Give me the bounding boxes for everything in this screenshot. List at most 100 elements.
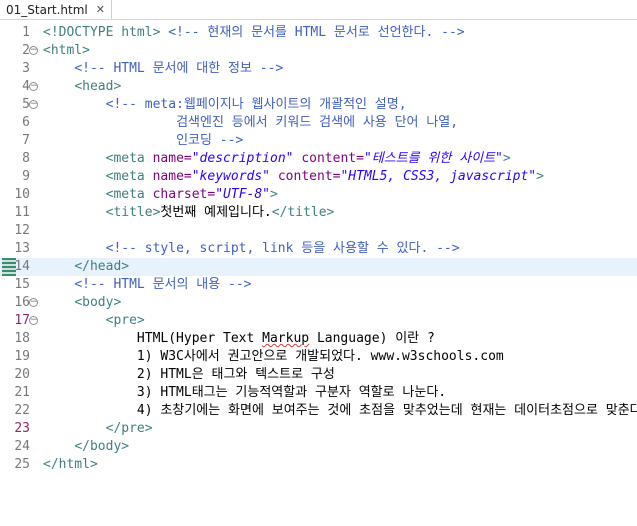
code-line[interactable]: 14 </head> <box>0 258 637 276</box>
code-line[interactable]: 4− <head> <box>0 78 637 96</box>
code-text: <!-- meta:웹페이지나 웹사이트의 개괄적인 설명, <box>43 96 407 114</box>
code-token: "UTF-8" <box>215 187 271 202</box>
tab-01-start-html[interactable]: 01_Start.html ✕ <box>0 0 112 19</box>
code-token: Language) 이란 ? <box>309 331 435 346</box>
code-token: <!-- HTML 문서에 대한 정보 --> <box>74 61 284 76</box>
code-line[interactable]: 22 4) 초창기에는 화면에 보여주는 것에 초점을 맞추었는데 현재는 데이… <box>0 402 637 420</box>
line-number: 23 <box>14 421 30 436</box>
line-number: 19 <box>14 349 30 364</box>
code-token: 첫번째 예제입니다. <box>160 205 272 220</box>
code-token: name= <box>152 169 192 184</box>
code-text: <!-- HTML 문서의 내용 --> <box>43 276 252 294</box>
code-token: <!-- meta:웹페이지나 웹사이트의 개괄적인 설명, <box>105 97 407 112</box>
code-text: 4) 초창기에는 화면에 보여주는 것에 초점을 맞추었는데 현재는 데이터초점… <box>43 402 637 420</box>
code-text: <head> <box>43 78 121 96</box>
code-line[interactable]: 18 HTML(Hyper Text Markup Language) 이란 ? <box>0 330 637 348</box>
line-number: 21 <box>14 385 30 400</box>
line-number: 4 <box>22 79 30 94</box>
code-text: <meta name="description" content="테스트를 위… <box>43 150 511 168</box>
code-token: 3) HTML태그는 기능적역할과 구분자 역할로 나눈다. <box>43 385 447 400</box>
code-token: <!-- HTML 문서의 내용 --> <box>74 277 252 292</box>
fold-toggle-icon[interactable]: − <box>29 82 38 91</box>
code-token: 4) 초창기에는 화면에 보여주는 것에 초점을 맞추었는데 현재는 데이터초점… <box>43 403 637 418</box>
code-line[interactable]: 17− <pre> <box>0 312 637 330</box>
code-token: </pre> <box>105 421 153 436</box>
code-token: charset= <box>152 187 216 202</box>
code-line[interactable]: 6 검색엔진 등에서 키워드 검색에 사용 단어 나열, <box>0 114 637 132</box>
code-text: <!-- HTML 문서에 대한 정보 --> <box>43 60 283 78</box>
code-token: "description" <box>191 151 294 166</box>
code-text: 3) HTML태그는 기능적역할과 구분자 역할로 나눈다. <box>43 384 446 402</box>
code-text: 2) HTML은 태그와 텍스트로 구성 <box>43 366 335 384</box>
line-number: 9 <box>22 169 30 184</box>
code-line[interactable]: 5− <!-- meta:웹페이지나 웹사이트의 개괄적인 설명, <box>0 96 637 114</box>
code-line[interactable]: 8 <meta name="description" content="테스트를… <box>0 150 637 168</box>
code-token: name= <box>152 151 192 166</box>
tab-title[interactable]: 01_Start.html <box>6 3 88 17</box>
code-line[interactable]: 21 3) HTML태그는 기능적역할과 구분자 역할로 나눈다. <box>0 384 637 402</box>
code-text: <title>첫번째 예제입니다.</title> <box>43 204 335 222</box>
code-token: <pre> <box>105 313 145 328</box>
code-editor[interactable]: 1 <!DOCTYPE html> <!-- 현재의 문서를 HTML 문서로 선… <box>0 24 637 526</box>
code-line[interactable]: 19 1) W3C사에서 권고안으로 개발되었다. www.w3schools.… <box>0 348 637 366</box>
code-text: <meta charset="UTF-8"> <box>43 186 278 204</box>
line-number: 7 <box>22 133 30 148</box>
code-line[interactable]: 24 </body> <box>0 438 637 456</box>
code-token: <!-- style, script, link 등을 사용할 수 있다. --… <box>105 241 460 256</box>
code-token: "HTML5, CSS3, javascript" <box>340 169 537 184</box>
code-token: HTML(Hyper Text <box>43 331 263 346</box>
line-number: 12 <box>14 223 30 238</box>
code-token: </head> <box>74 259 130 274</box>
code-line[interactable]: 23 </pre> <box>0 420 637 438</box>
code-line[interactable]: 7 인코딩 --> <box>0 132 637 150</box>
code-text: <pre> <box>43 312 145 330</box>
line-number: 14 <box>14 259 30 274</box>
code-text: <!DOCTYPE html> <!-- 현재의 문서를 HTML 문서로 선언… <box>43 24 465 42</box>
code-text: 1) W3C사에서 권고안으로 개발되었다. www.w3schools.com <box>43 348 504 366</box>
code-line[interactable]: 20 2) HTML은 태그와 텍스트로 구성 <box>0 366 637 384</box>
fold-toggle-icon[interactable]: − <box>29 46 38 55</box>
code-line[interactable]: 2− <html> <box>0 42 637 60</box>
code-token: <meta <box>105 187 153 202</box>
code-token: <!-- 현재의 문서를 HTML 문서로 선언한다. --> <box>168 25 465 40</box>
line-number: 20 <box>14 367 30 382</box>
code-line[interactable]: 3 <!-- HTML 문서에 대한 정보 --> <box>0 60 637 78</box>
close-icon[interactable]: ✕ <box>96 3 105 16</box>
code-line[interactable]: 11 <title>첫번째 예제입니다.</title> <box>0 204 637 222</box>
code-token: <head> <box>74 79 122 94</box>
code-token: </title> <box>271 205 335 220</box>
code-line[interactable]: 13 <!-- style, script, link 등을 사용할 수 있다.… <box>0 240 637 258</box>
code-token: </body> <box>74 439 130 454</box>
code-token: 검색엔진 등에서 키워드 검색에 사용 단어 나열, <box>176 115 459 130</box>
line-number: 2 <box>22 43 30 58</box>
code-text: </head> <box>43 258 129 276</box>
line-number: 10 <box>14 187 30 202</box>
code-line[interactable]: 25 </html> <box>0 456 637 474</box>
code-line[interactable]: 1 <!DOCTYPE html> <!-- 현재의 문서를 HTML 문서로 선… <box>0 24 637 42</box>
fold-toggle-icon[interactable]: − <box>29 298 38 307</box>
fold-toggle-icon[interactable]: − <box>29 100 38 109</box>
code-token: <!DOCTYPE html> <box>43 25 169 40</box>
line-number: 8 <box>22 151 30 166</box>
code-text: </pre> <box>43 420 153 438</box>
code-line[interactable]: 9 <meta name="keywords" content="HTML5, … <box>0 168 637 186</box>
code-line[interactable]: 15 <!-- HTML 문서의 내용 --> <box>0 276 637 294</box>
fold-toggle-icon[interactable]: − <box>29 316 38 325</box>
code-line[interactable]: 12 <box>0 222 637 240</box>
code-text: </body> <box>43 438 129 456</box>
code-line[interactable]: 16− <body> <box>0 294 637 312</box>
code-line[interactable]: 10 <meta charset="UTF-8"> <box>0 186 637 204</box>
code-token: content= <box>277 169 341 184</box>
line-number: 15 <box>14 277 30 292</box>
